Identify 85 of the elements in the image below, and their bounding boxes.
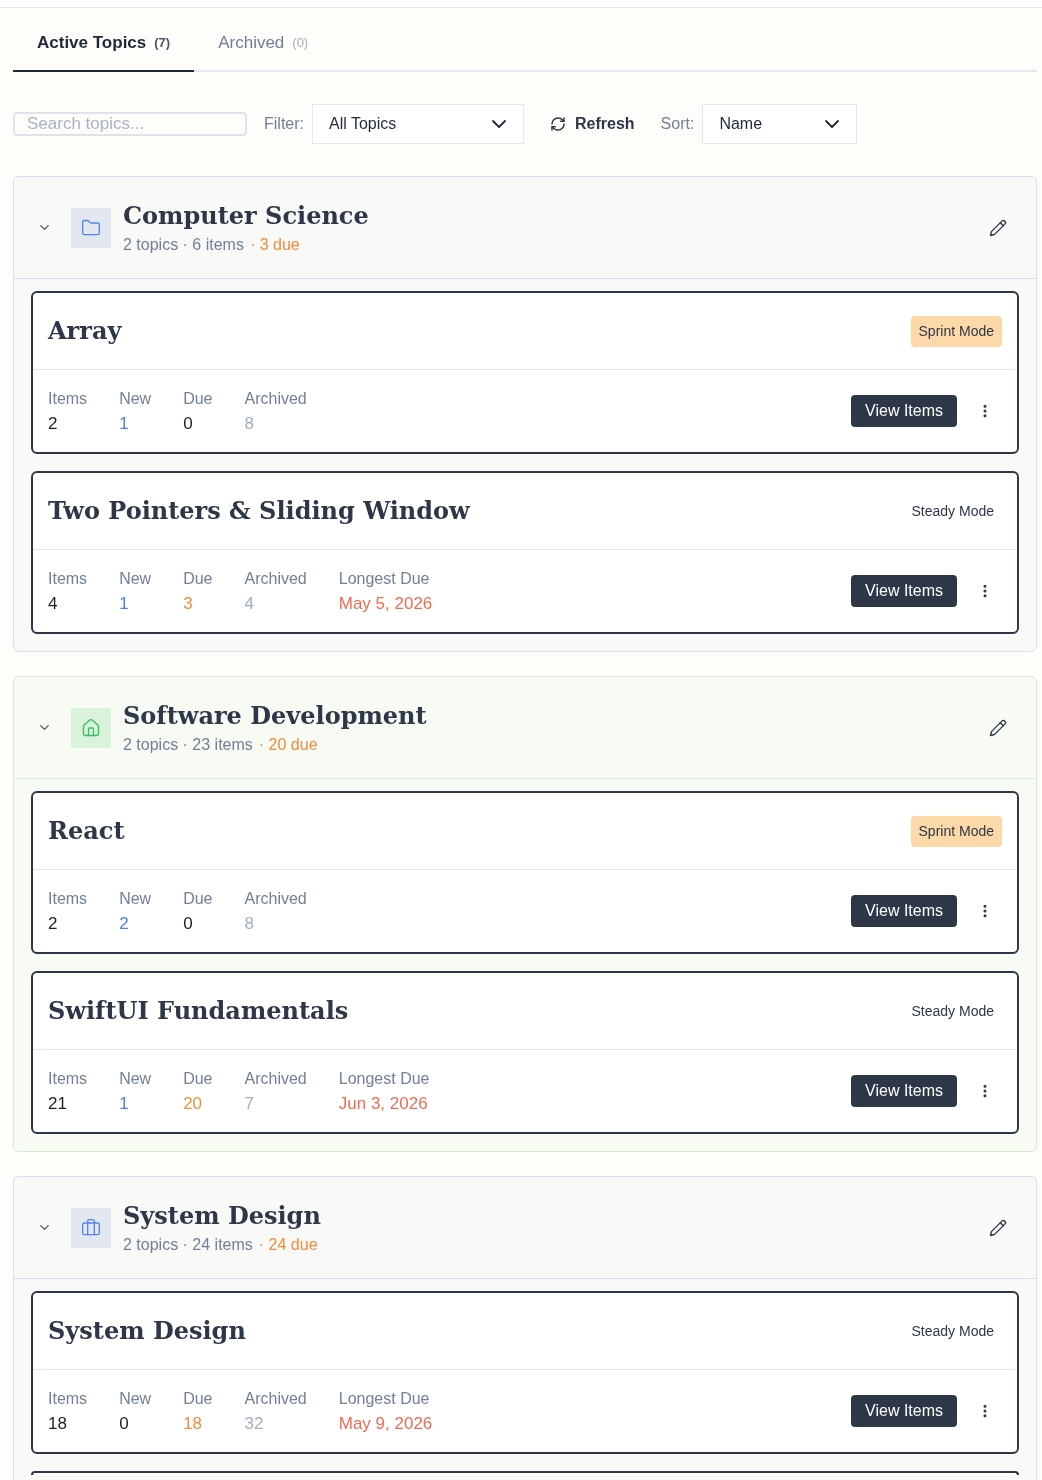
stat-label: Due — [183, 388, 213, 409]
pencil-icon — [989, 218, 1007, 237]
stat-value: 21 — [48, 1093, 67, 1114]
mode-label: Steady Mode — [910, 1321, 995, 1341]
view-items-button[interactable]: View Items — [851, 575, 957, 607]
stat-label: Due — [183, 888, 213, 909]
mode-badge: Sprint Mode — [910, 315, 1002, 347]
view-items-button[interactable]: View Items — [851, 1395, 957, 1427]
stat-value: May 5, 2026 — [338, 593, 433, 614]
stat-value: May 9, 2026 — [338, 1413, 433, 1434]
group-title: System Design — [123, 1200, 321, 1232]
stat-value: 1 — [119, 593, 129, 614]
stat-value: 1 — [119, 1093, 129, 1114]
search-field[interactable]: Search topics... — [13, 112, 247, 136]
group-summary: 2 topics · 23 items — [123, 735, 253, 755]
filter-label: Filter: — [264, 114, 304, 134]
card-title: System Design — [48, 1315, 246, 1347]
stat-value: 2 — [48, 913, 58, 934]
stat-label: New — [119, 1388, 152, 1409]
briefcase-icon — [71, 1207, 111, 1248]
stat-label: Items — [48, 888, 88, 909]
stat-label: Items — [48, 1388, 88, 1409]
stat-value: 2 — [48, 413, 58, 434]
due-count: · 20 due — [258, 735, 318, 755]
stat-label: Longest Due — [338, 568, 430, 589]
view-items-button[interactable]: View Items — [851, 895, 957, 927]
stat-value: 8 — [244, 413, 254, 434]
stat-value: 32 — [244, 1413, 264, 1434]
house-icon — [71, 707, 111, 748]
stat-label: Due — [183, 568, 213, 589]
stat-label: Archived — [244, 388, 307, 409]
stat-label: Longest Due — [338, 1068, 430, 1089]
stat-value: 2 — [119, 913, 129, 934]
pencil-icon — [989, 718, 1007, 737]
stat-label: New — [119, 388, 152, 409]
view-items-button[interactable]: View Items — [851, 395, 957, 427]
stat-label: Archived — [244, 568, 307, 589]
stat-value: 3 — [183, 593, 193, 614]
due-count: · 24 due — [258, 1235, 318, 1255]
stat-value: 4 — [244, 593, 254, 614]
stat-label: Archived — [244, 1388, 307, 1409]
mode-label: Steady Mode — [910, 1001, 995, 1021]
card-title: React — [48, 815, 125, 847]
stat-label: New — [119, 568, 152, 589]
stat-label: Items — [48, 568, 88, 589]
view-items-button[interactable]: View Items — [851, 1075, 957, 1107]
stat-label: Longest Due — [338, 1388, 430, 1409]
stat-value: 7 — [244, 1093, 254, 1114]
sort-label: Sort: — [660, 114, 695, 134]
stat-label: New — [119, 1068, 152, 1089]
card-title: Array — [48, 315, 122, 347]
mode-badge: Sprint Mode — [910, 815, 1002, 847]
mode-label: Steady Mode — [910, 501, 995, 521]
stat-value: 0 — [183, 913, 193, 934]
pencil-icon — [989, 1218, 1007, 1237]
stat-label: Items — [48, 388, 88, 409]
stat-label: Due — [183, 1068, 213, 1089]
card-title: Two Pointers & Sliding Window — [48, 495, 470, 527]
filter-select[interactable]: All Topics — [312, 104, 524, 144]
stat-value: 1 — [119, 413, 129, 434]
folder-icon — [71, 207, 111, 248]
group-title: Computer Science — [123, 200, 369, 232]
tab[interactable]: Archived (0) — [194, 8, 333, 72]
stat-label: Archived — [244, 888, 307, 909]
stat-value: 18 — [48, 1413, 67, 1434]
refresh-button[interactable]: Refresh — [550, 112, 635, 136]
group-summary: 2 topics · 24 items — [123, 1235, 253, 1255]
tab[interactable]: Active Topics (7) — [13, 8, 195, 72]
sort-select[interactable]: Name — [702, 104, 858, 144]
stat-label: Due — [183, 1388, 213, 1409]
stat-value: Jun 3, 2026 — [338, 1093, 428, 1114]
card-title: SwiftUI Fundamentals — [48, 995, 349, 1027]
stat-value: 20 — [183, 1093, 203, 1114]
group-summary: 2 topics · 6 items — [123, 235, 244, 255]
stat-value: 4 — [48, 593, 58, 614]
group-title: Software Development — [123, 700, 427, 732]
stat-value: 18 — [183, 1413, 203, 1434]
stat-label: Archived — [244, 1068, 307, 1089]
stat-label: Items — [48, 1068, 88, 1089]
due-count: · 3 due — [249, 235, 300, 255]
refresh-icon — [550, 116, 566, 132]
stat-value: 8 — [244, 913, 254, 934]
stat-value: 0 — [119, 1413, 129, 1434]
stat-value: 0 — [183, 413, 193, 434]
stat-label: New — [119, 888, 152, 909]
